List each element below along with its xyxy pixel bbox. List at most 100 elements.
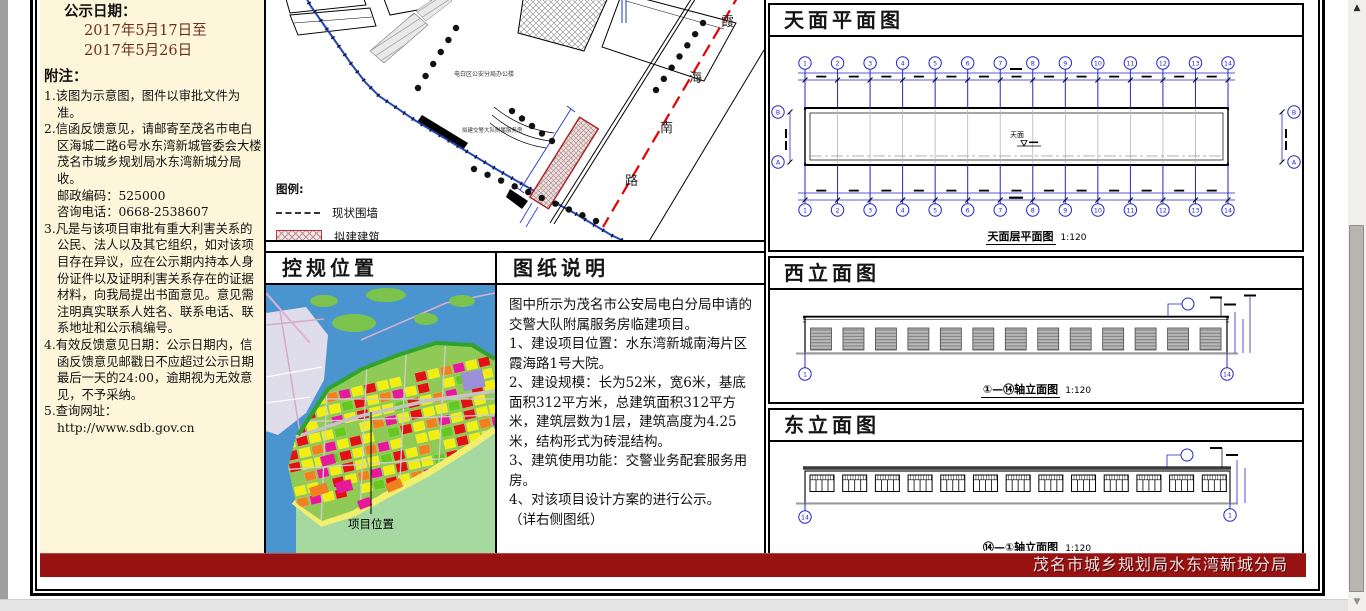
drawing-notes-title: 图纸说明 [513,256,609,280]
note-postal-code: 邮政编码：525000 [44,188,262,205]
notes-title: 附注： [44,65,264,86]
road-name-char: 南 [660,117,673,136]
site-plan-drawing: 霞 海 南 路 电白区公安分局办公楼 拟建交警大队附属服务房 图例: 现状围墙 [266,0,764,242]
existing-wall-symbol [276,212,320,214]
note-item: 1.该图为示意图，图件以审批文件为准。 [44,88,262,121]
svg-text:6: 6 [966,207,970,214]
legend-title: 图例: [276,181,380,197]
svg-text:14: 14 [1224,60,1232,67]
proposed-building-symbol [276,230,322,243]
roof-plan-title: 天面平面图 [784,8,904,32]
drawing-notes-paragraph: 4、对该项目设计方案的进行公示。 [509,491,754,511]
drawing-notes-paragraph: 2、建设规模：长为52米，宽6米，基底面积312平方米，总建筑面积312平方米，… [509,374,754,452]
note-item: 2.信函反馈意见，请邮寄至茂名市电白区海城二路6号水东湾新城管委会大楼茂名市城乡… [44,121,262,187]
svg-text:1: 1 [1228,512,1232,519]
note-website-url: http://www.sdb.gov.cn [44,420,262,437]
control-plan-map: 项目位置 [266,285,497,553]
east-elevation-title: 东立面图 [784,413,880,437]
east-elevation-section: 东立面图 14 1 ⑭—①轴立面图1:120 [768,408,1304,557]
scroll-down-button[interactable]: ▼ [1348,594,1366,611]
legend-label: 现状围墙 [332,205,378,221]
svg-text:8: 8 [1031,207,1035,214]
svg-text:9: 9 [1063,207,1067,214]
document-page: 公示日期： 2017年5月17日至 2017年5月26日 附注： 1.该图为示意… [8,0,1348,599]
control-plan-title: 控规位置 [282,256,378,280]
drawing-notes-paragraph: 图中所示为茂名市公安局电白分局申请的交警大队附属服务房临建项目。 [509,296,754,335]
note-item: 5.查询网址： [44,403,262,420]
west-elevation-caption: ①—⑭轴立面图1:120 [770,378,1302,397]
svg-text:4: 4 [901,60,905,67]
roof-plan-section: 天面平面图 1122334455667788991010111112121313… [768,3,1304,252]
west-elevation-header: 西立面图 [770,258,1302,290]
planning-notice-document: 公示日期： 2017年5月17日至 2017年5月26日 附注： 1.该图为示意… [30,0,1325,596]
svg-text:5: 5 [933,207,937,214]
agency-name: 茂名市城乡规划局水东湾新城分局 [1033,553,1288,577]
notes-panel: 公示日期： 2017年5月17日至 2017年5月26日 附注： 1.该图为示意… [40,0,266,553]
note-item: 4.有效反馈意见日期：公示日期内，信函反馈意见邮戳日不应超过公示日期最后一天的2… [44,337,262,403]
west-elevation-section: 西立面图 114 [768,256,1304,404]
land-use-map-svg [266,285,495,553]
drawing-notes-paragraph: （详右侧图纸） [509,511,754,531]
svg-text:3: 3 [868,207,872,214]
roof-surface-label: 天面 [1010,130,1024,140]
east-elevation-svg: 14 1 [770,442,1302,551]
east-elevation-header: 东立面图 [770,410,1302,442]
road-name-char: 霞 [721,11,734,30]
bottom-gutter [0,599,1348,611]
application-window: 公示日期： 2017年5月17日至 2017年5月26日 附注： 1.该图为示意… [0,0,1366,611]
roof-plan-caption: 天面层平面图1:120 [770,225,1302,244]
project-location-label: 项目位置 [340,516,402,532]
roof-plan-header: 天面平面图 [770,5,1302,37]
right-column: 天面平面图 1122334455667788991010111112121313… [766,0,1306,553]
svg-text:1: 1 [803,207,807,214]
section-header-drawing-notes: 图纸说明 [497,251,764,285]
publication-date-start: 2017年5月17日至 [84,22,264,41]
svg-text:14: 14 [801,514,809,521]
roof-plan-svg: 11223344556677889910101111121213131414BA… [770,37,1302,246]
note-phone: 咨询电话：0668-2538607 [44,204,262,221]
middle-column: 霞 海 南 路 电白区公安分局办公楼 拟建交警大队附属服务房 图例: 现状围墙 [266,0,766,553]
drawing-notes-text: 图中所示为茂名市公安局电白分局申请的交警大队附属服务房临建项目。 1、建设项目位… [497,285,764,546]
scrollbar-thumb[interactable] [1349,225,1364,592]
vertical-scrollbar[interactable]: ▲ ▼ [1348,0,1366,611]
legend-label: 拟建建筑 [334,229,380,242]
building-label: 电白区公安分局办公楼 [454,69,514,78]
svg-text:1: 1 [803,60,807,67]
svg-text:2: 2 [836,60,840,67]
drawing-notes-paragraph: 3、建筑使用功能：交警业务配套服务用房。 [509,452,754,491]
svg-text:11: 11 [1126,60,1134,67]
svg-text:A: A [1292,159,1297,166]
legend: 图例: 现状围墙 拟建建筑 [276,181,380,242]
publication-date-label: 公示日期： [64,0,264,21]
agency-footer-bar: 茂名市城乡规划局水东湾新城分局 [40,553,1306,577]
svg-text:7: 7 [998,207,1002,214]
publication-date-end: 2017年5月26日 [84,42,264,61]
document-frame: 公示日期： 2017年5月17日至 2017年5月26日 附注： 1.该图为示意… [35,0,1320,591]
svg-text:12: 12 [1159,60,1167,67]
svg-text:12: 12 [1159,207,1167,214]
svg-text:13: 13 [1191,60,1199,67]
svg-text:11: 11 [1126,207,1134,214]
svg-text:A: A [776,159,781,166]
svg-text:9: 9 [1063,60,1067,67]
svg-text:3: 3 [868,60,872,67]
svg-text:8: 8 [1031,60,1035,67]
section-header-control-plan: 控规位置 [266,251,497,285]
scroll-up-button[interactable]: ▲ [1348,0,1366,17]
svg-text:4: 4 [901,207,905,214]
left-gutter [0,0,8,599]
svg-text:B: B [776,109,780,116]
svg-text:B: B [1292,109,1296,116]
svg-text:7: 7 [998,60,1002,67]
svg-text:10: 10 [1094,60,1102,67]
svg-text:6: 6 [966,60,970,67]
west-elevation-title: 西立面图 [784,261,880,285]
svg-text:13: 13 [1191,207,1199,214]
east-elevation-caption: ⑭—①轴立面图1:120 [770,536,1302,551]
svg-text:5: 5 [933,60,937,67]
svg-text:14: 14 [1224,207,1232,214]
note-item: 3.凡是与该项目审批有重大利害关系的公民、法人以及其它组织，如对该项目存在异议，… [44,221,262,337]
svg-text:2: 2 [836,207,840,214]
drawing-notes-paragraph: 1、建设项目位置：水东湾新城南海片区霞海路1号大院。 [509,335,754,374]
svg-text:10: 10 [1094,207,1102,214]
